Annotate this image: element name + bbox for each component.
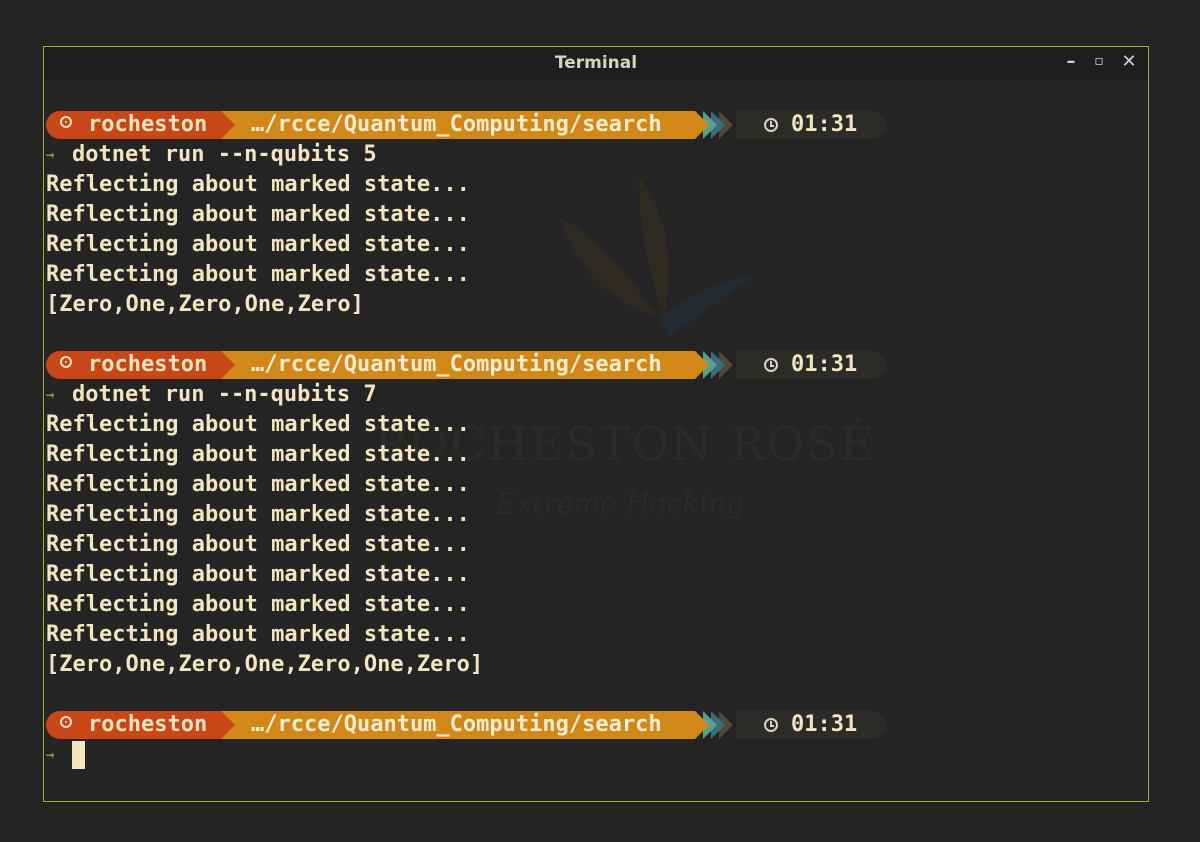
clock-icon [764,118,778,132]
minimize-button[interactable]: – [1060,51,1082,72]
terminal-window: Terminal – ▫ ✕ ROCHESTON ROSÉ Extreme Ha… [43,46,1149,802]
output-line: Reflecting about marked state... [46,622,470,647]
user-icon [60,716,72,728]
prompt-arrow-icon: → [46,387,55,403]
shell-prompt: rocheston …/rcce/Quantum_Computing/search… [46,350,1148,380]
prompt-arrow-icon: → [46,147,55,163]
clock-icon [764,718,778,732]
active-command-line[interactable]: → [46,740,1148,770]
command-text: dotnet run --n-qubits 5 [72,142,377,167]
command-line: → dotnet run --n-qubits 7 [46,380,1148,410]
maximize-button[interactable]: ▫ [1088,53,1110,69]
prompt-time: 01:31 [791,712,858,737]
prompt-user: rocheston [88,712,208,737]
user-icon [60,356,72,368]
user-icon [60,116,72,128]
prompt-user: rocheston [88,352,208,377]
output-line: Reflecting about marked state... [46,562,470,587]
prompt-time: 01:31 [791,112,858,137]
output-line: Reflecting about marked state... [46,502,470,527]
close-button[interactable]: ✕ [1118,51,1140,72]
prompt-path: …/rcce/Quantum_Computing/search [251,712,662,737]
prompt-user-arrow [221,351,235,379]
output-line: Reflecting about marked state... [46,472,470,497]
title-bar[interactable]: Terminal – ▫ ✕ [44,47,1148,79]
shell-prompt: rocheston …/rcce/Quantum_Computing/search… [46,710,1148,740]
output-line: Reflecting about marked state... [46,172,470,197]
prompt-path: …/rcce/Quantum_Computing/search [251,352,662,377]
output-line: Reflecting about marked state... [46,232,470,257]
prompt-user-arrow [221,111,235,139]
output-line: [Zero,One,Zero,One,Zero] [46,292,364,317]
output-line: Reflecting about marked state... [46,202,470,227]
prompt-user-arrow [221,711,235,739]
output-line: Reflecting about marked state... [46,412,470,437]
prompt-chevron [695,351,709,379]
prompt-user: rocheston [88,112,208,137]
command-line: → dotnet run --n-qubits 5 [46,140,1148,170]
output-line: Reflecting about marked state... [46,262,470,287]
output-line: Reflecting about marked state... [46,532,470,557]
output-line: Reflecting about marked state... [46,592,470,617]
prompt-arrow-icon: → [46,747,55,763]
terminal-content[interactable]: rocheston …/rcce/Quantum_Computing/search… [46,110,1148,770]
prompt-chevron [695,111,709,139]
prompt-chevron [695,711,709,739]
output-line: [Zero,One,Zero,One,Zero,One,Zero] [46,652,484,677]
text-cursor[interactable] [72,741,85,769]
window-title: Terminal [554,53,638,73]
clock-icon [764,358,778,372]
prompt-time: 01:31 [791,352,858,377]
command-text: dotnet run --n-qubits 7 [72,382,377,407]
prompt-path: …/rcce/Quantum_Computing/search [251,112,662,137]
output-line: Reflecting about marked state... [46,442,470,467]
shell-prompt: rocheston …/rcce/Quantum_Computing/search… [46,110,1148,140]
